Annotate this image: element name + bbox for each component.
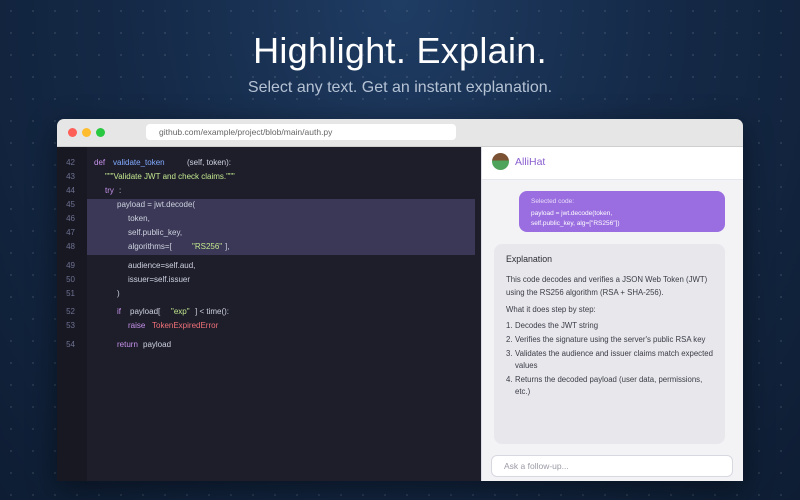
line-number: 51 — [66, 289, 75, 298]
list-item: 3. Validates the audience and issuer cla… — [506, 348, 713, 372]
close-window-button[interactable] — [68, 128, 77, 137]
step-text: Verifies the signature using the server'… — [515, 335, 706, 344]
browser-titlebar: github.com/example/project/blob/main/aut… — [57, 119, 743, 147]
code-line[interactable]: 48 algorithms=[ "RS256" ], — [57, 240, 481, 254]
step-number: 4. — [506, 375, 513, 384]
app-name: AlliHat — [515, 156, 546, 168]
line-number: 53 — [66, 321, 75, 330]
selected-code-bubble: Selected code: payload = jwt.decode(toke… — [519, 191, 725, 232]
code-token: try — [105, 186, 114, 195]
code-token: self.public_key, — [128, 228, 183, 237]
code-line[interactable]: 43 """Validate JWT and check claims.""" — [57, 170, 481, 184]
selected-code-text: self.public_key, alg=["RS256"]) — [531, 220, 620, 227]
step-text: Returns the decoded payload (user data, … — [515, 375, 703, 396]
code-line[interactable]: 53 raise TokenExpiredError — [57, 319, 481, 333]
line-number: 54 — [66, 340, 75, 349]
code-token: payload = jwt.decode( — [117, 200, 196, 209]
code-line[interactable]: 46 token, — [57, 212, 481, 226]
code-line[interactable]: 50 issuer=self.issuer — [57, 273, 481, 287]
code-token: payload — [143, 340, 172, 349]
line-number: 45 — [66, 200, 75, 209]
line-number: 48 — [66, 242, 75, 251]
code-token: def — [94, 158, 106, 167]
code-token: ) — [117, 289, 120, 298]
explanation-panel: AlliHat Selected code: payload = jwt.dec… — [481, 147, 743, 481]
code-line[interactable]: 45 payload = jwt.decode( — [57, 198, 481, 212]
code-line[interactable]: 52 if payload[ "exp" ] < time(): — [57, 305, 481, 319]
code-token: : — [119, 186, 122, 195]
code-token: ] < time(): — [195, 307, 230, 316]
line-number: 52 — [66, 307, 75, 316]
step-number: 2. — [506, 335, 513, 344]
steps-heading: What it does step by step: — [506, 305, 596, 314]
follow-up-input[interactable] — [491, 455, 733, 477]
code-line[interactable]: 49 audience=self.aud, — [57, 259, 481, 273]
line-number: 47 — [66, 228, 75, 237]
code-token: """Validate JWT and check claims.""" — [105, 172, 235, 181]
selected-code-label: Selected code: — [531, 198, 575, 205]
line-number: 50 — [66, 275, 75, 284]
code-token: raise — [128, 321, 146, 330]
code-token: payload[ — [130, 307, 161, 316]
line-number: 43 — [66, 172, 75, 181]
code-token: validate_token — [113, 158, 165, 167]
list-item: 4. Returns the decoded payload (user dat… — [506, 374, 713, 398]
line-number: 44 — [66, 186, 75, 195]
list-item: 2. Verifies the signature using the serv… — [506, 334, 713, 346]
minimize-window-button[interactable] — [82, 128, 91, 137]
browser-window: github.com/example/project/blob/main/aut… — [57, 119, 743, 481]
code-line[interactable]: 47 self.public_key, — [57, 226, 481, 240]
step-number: 3. — [506, 349, 513, 358]
selected-code-text: payload = jwt.decode(token, — [531, 209, 613, 217]
code-token: return — [117, 340, 138, 349]
code-line[interactable]: 54 return payload — [57, 338, 481, 352]
code-token: if — [117, 307, 121, 316]
code-token: (self, token): — [187, 158, 232, 167]
code-token: "RS256" — [192, 242, 223, 251]
code-token: algorithms=[ — [128, 242, 172, 251]
code-line[interactable]: 44 try : — [57, 184, 481, 198]
code-token: token, — [128, 214, 150, 223]
address-bar[interactable]: github.com/example/project/blob/main/aut… — [146, 124, 456, 140]
explanation-title: Explanation — [506, 254, 552, 264]
step-number: 1. — [506, 321, 513, 330]
line-number: 49 — [66, 261, 75, 270]
code-token: audience=self.aud, — [128, 261, 196, 270]
maximize-window-button[interactable] — [96, 128, 105, 137]
code-token: ], — [225, 242, 230, 251]
list-item: 1. Decodes the JWT string — [506, 320, 713, 332]
hero-subtitle: Select any text. Get an instant explanat… — [247, 79, 553, 96]
panel-header: AlliHat — [482, 147, 743, 180]
code-token: TokenExpiredError — [152, 321, 219, 330]
hero-title: Highlight. Explain. — [253, 30, 547, 71]
line-number: 42 — [66, 158, 75, 167]
app-logo-avatar — [492, 153, 509, 170]
code-editor: 42 def validate_token (self, token): 43 … — [57, 147, 481, 481]
code-line[interactable]: 51 ) — [57, 287, 481, 301]
code-line[interactable]: 42 def validate_token (self, token): — [57, 156, 481, 170]
code-token: issuer=self.issuer — [128, 275, 191, 284]
line-number: 46 — [66, 214, 75, 223]
explanation-summary: This code decodes and verifies a JSON We… — [506, 275, 708, 297]
step-text: Validates the audience and issuer claims… — [515, 349, 713, 370]
step-text: Decodes the JWT string — [515, 321, 599, 330]
explanation-card: Explanation This code decodes and verifi… — [494, 244, 725, 444]
code-token: "exp" — [171, 307, 190, 316]
